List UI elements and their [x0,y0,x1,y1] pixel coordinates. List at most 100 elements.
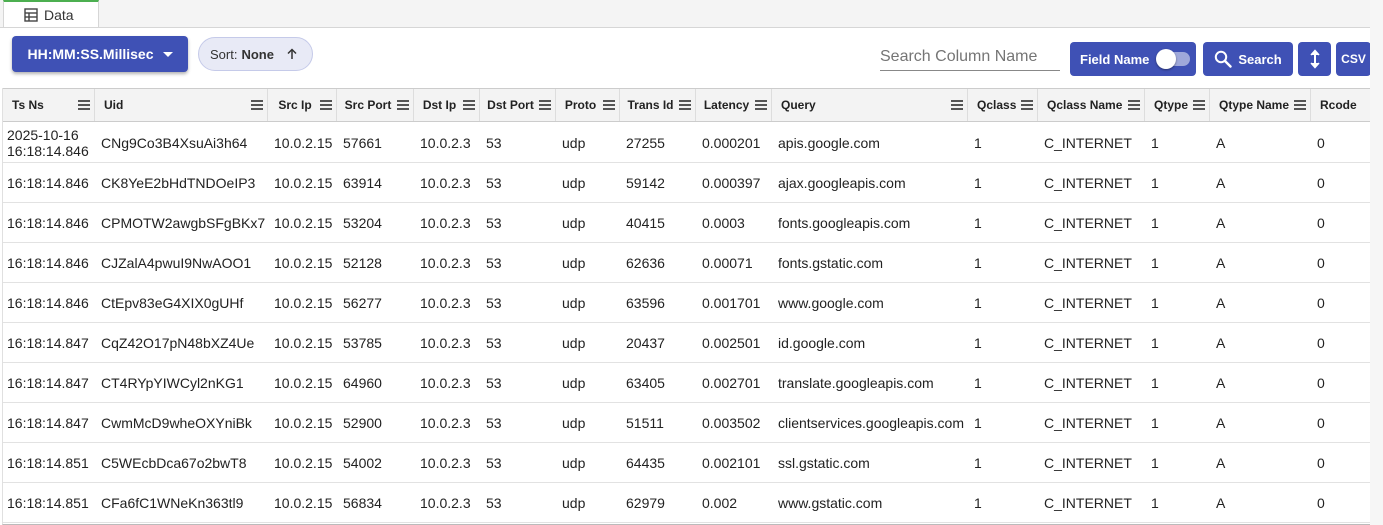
cell-proto: udp [562,214,586,231]
cell-dst-ip: 10.0.2.3 [420,134,471,151]
column-header-qtype-name[interactable]: Qtype Name [1210,89,1311,121]
sort-chip[interactable]: Sort: None [198,37,313,71]
cell-uid: CPMOTW2awgbSFgBKx7 [101,214,266,231]
cell-qclass: 1 [974,454,982,471]
cell-qclass: 1 [974,294,982,311]
column-menu-icon[interactable] [1128,100,1140,110]
cell-qtype-name: A [1216,454,1226,471]
table-row[interactable]: 16:18:14.847 CqZ42O17pN48bXZ4Ue 10.0.2.15 5… [3,323,1371,363]
cell-qtype-name: A [1216,174,1226,191]
table-row[interactable]: 16:18:14.846 CJZalA4pwuI9NwAOO1 10.0.2.15 5… [3,243,1371,283]
cell-qclass-name: C_INTERNET [1044,254,1132,271]
column-header-src-ip[interactable]: Src Ip [268,89,337,121]
column-header-trans-id[interactable]: Trans Id [620,89,696,121]
cell-qtype-name: A [1216,214,1226,231]
field-name-toggle-button[interactable]: Field Name [1070,42,1196,76]
column-menu-icon[interactable] [679,100,691,110]
cell-src-ip: 10.0.2.15 [274,134,333,151]
column-header-uid[interactable]: Uid [95,89,268,121]
column-header-latency[interactable]: Latency [696,89,772,121]
cell-qtype-name: A [1216,294,1226,311]
column-header-rcode[interactable]: Rcode [1311,89,1371,121]
cell-trans-id: 62979 [626,494,665,511]
cell-latency: 0.002101 [702,454,761,471]
column-header-ts-ns[interactable]: Ts Ns [3,89,95,121]
field-name-label: Field Name [1080,51,1150,67]
column-menu-icon[interactable] [951,100,963,110]
table-row[interactable]: 16:18:14.846 CPMOTW2awgbSFgBKx7 10.0.2.15 5… [3,203,1371,243]
cell-qtype-name: A [1216,374,1226,391]
search-button[interactable]: Search [1203,42,1293,76]
data-grid: Ts Ns Uid Src Ip Src Port Dst Ip Dst Port Prot… [2,88,1371,525]
column-header-dst-ip[interactable]: Dst Ip [414,89,480,121]
column-header-proto[interactable]: Proto [556,89,620,121]
table-row[interactable]: 16:18:14.847 CT4RYpYIWCyl2nKG1 10.0.2.15 64… [3,363,1371,403]
cell-dst-ip: 10.0.2.3 [420,254,471,271]
column-menu-icon[interactable] [320,100,332,110]
cell-trans-id: 27255 [626,134,665,151]
column-menu-icon[interactable] [755,100,767,110]
cell-uid: CtEpv83eG4XIX0gUHf [101,294,244,311]
cell-rcode: 0 [1317,334,1325,351]
column-header-qtype[interactable]: Qtype [1145,89,1210,121]
cell-qtype-name: A [1216,134,1226,151]
column-header-query[interactable]: Query [772,89,968,121]
cell-qclass: 1 [974,414,982,431]
table-row[interactable]: 16:18:14.846 CtEpv83eG4XIX0gUHf 10.0.2.15 5… [3,283,1371,323]
column-menu-icon[interactable] [397,100,409,110]
cell-dst-ip: 10.0.2.3 [420,214,471,231]
cell-src-port: 53204 [343,214,382,231]
field-name-toggle[interactable] [1156,49,1192,69]
cell-uid: CNg9Co3B4XsuAi3h64 [101,134,248,151]
cell-ts-ns: 16:18:14.847 [7,334,89,351]
cell-qclass-name: C_INTERNET [1044,374,1132,391]
column-menu-icon[interactable] [1193,100,1205,110]
cell-latency: 0.000397 [702,174,761,191]
table-row[interactable]: 16:18:14.847 CwmMcD9wheOXYniBk 10.0.2.15 52… [3,403,1371,443]
column-header-label: Trans Id [627,98,674,112]
column-header-src-port[interactable]: Src Port [337,89,414,121]
cell-ts-ns: 16:18:14.846 [7,254,89,271]
cell-ts-ns: 16:18:14.846 [7,214,89,231]
table-row[interactable]: 2025-10-16 16:18:14.846 CNg9Co3B4XsuAi3h6… [3,123,1371,163]
column-header-dst-port[interactable]: Dst Port [480,89,556,121]
sort-value: None [241,46,274,62]
cell-rcode: 0 [1317,454,1325,471]
cell-dst-ip: 10.0.2.3 [420,414,471,431]
column-header-label: Qclass [977,98,1017,112]
cell-qtype: 1 [1151,334,1159,351]
column-header-label: Qtype Name [1219,98,1290,112]
csv-export-button[interactable]: CSV [1336,42,1371,76]
cell-dst-ip: 10.0.2.3 [420,454,471,471]
cell-qtype: 1 [1151,294,1159,311]
time-format-dropdown[interactable]: HH:MM:SS.Millisec [12,36,188,72]
tab-data[interactable]: Data [3,0,99,27]
column-menu-icon[interactable] [78,100,90,110]
cell-dst-ip: 10.0.2.3 [420,494,471,511]
column-menu-icon[interactable] [1021,100,1033,110]
column-header-label: Src Ip [278,98,312,112]
cell-rcode: 0 [1317,374,1325,391]
table-row[interactable]: 16:18:14.846 CK8YeE2bHdTNDOeIP3 10.0.2.15 6… [3,163,1371,203]
cell-qclass: 1 [974,374,982,391]
column-menu-icon[interactable] [463,100,475,110]
column-menu-icon[interactable] [603,100,615,110]
cell-query: www.gstatic.com [778,494,883,511]
column-menu-icon[interactable] [539,100,551,110]
table-row[interactable]: 16:18:14.851 C5WEcbDca67o2bwT8 10.0.2.15 54… [3,443,1371,483]
column-header-label: Ts Ns [12,98,44,112]
search-column-input[interactable] [880,44,1060,71]
cell-trans-id: 63405 [626,374,665,391]
table-row[interactable]: 16:18:14.851 CFa6fC1WNeKn363tl9 10.0.2.15 5… [3,483,1371,523]
cell-qtype: 1 [1151,454,1159,471]
cell-qtype: 1 [1151,494,1159,511]
column-header-label: Dst Port [487,98,534,112]
column-menu-icon[interactable] [251,100,263,110]
cell-qtype-name: A [1216,414,1226,431]
column-header-qclass[interactable]: Qclass [968,89,1038,121]
column-menu-icon[interactable] [1294,100,1306,110]
vertical-scrollbar[interactable] [1370,0,1383,525]
cell-ts-ns: 16:18:14.851 [7,454,89,471]
row-height-button[interactable] [1298,42,1331,76]
column-header-qclass-name[interactable]: Qclass Name [1038,89,1145,121]
